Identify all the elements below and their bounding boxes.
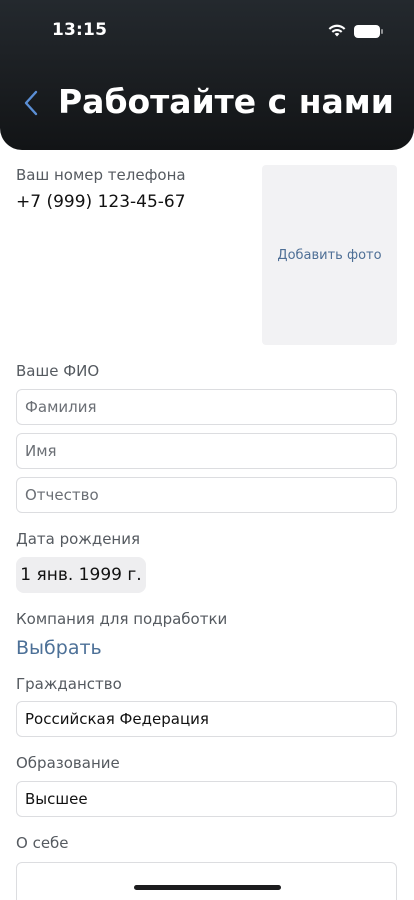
chevron-left-icon	[24, 90, 38, 116]
patronymic-input[interactable]	[16, 477, 397, 513]
birth-date-picker[interactable]: 1 янв. 1999 г.	[16, 557, 146, 593]
citizenship-label: Гражданство	[16, 675, 122, 693]
about-label: О себе	[16, 834, 69, 852]
add-photo-button[interactable]: Добавить фото	[262, 165, 397, 345]
education-input[interactable]	[16, 781, 397, 817]
first-name-input[interactable]	[16, 433, 397, 469]
birth-date-label: Дата рождения	[16, 530, 140, 548]
add-photo-label: Добавить фото	[277, 247, 382, 263]
company-select-link[interactable]: Выбрать	[16, 637, 102, 659]
wifi-icon	[328, 22, 346, 41]
phone-label: Ваш номер телефона	[16, 166, 186, 184]
back-button[interactable]	[18, 86, 44, 120]
about-textarea[interactable]	[16, 862, 397, 900]
status-icons	[328, 22, 383, 41]
battery-icon	[354, 25, 383, 38]
education-label: Образование	[16, 754, 120, 772]
home-indicator	[134, 885, 281, 890]
last-name-input[interactable]	[16, 389, 397, 425]
phone-value: +7 (999) 123-45-67	[16, 192, 186, 212]
citizenship-input[interactable]	[16, 701, 397, 737]
birth-date-value: 1 янв. 1999 г.	[20, 565, 142, 585]
status-time: 13:15	[52, 20, 108, 40]
fio-label: Ваше ФИО	[16, 362, 100, 380]
company-label: Компания для подработки	[16, 610, 228, 628]
page-title: Работайте с нами	[58, 82, 394, 121]
navigation-header: 13:15 Работайте с нами	[0, 0, 414, 150]
